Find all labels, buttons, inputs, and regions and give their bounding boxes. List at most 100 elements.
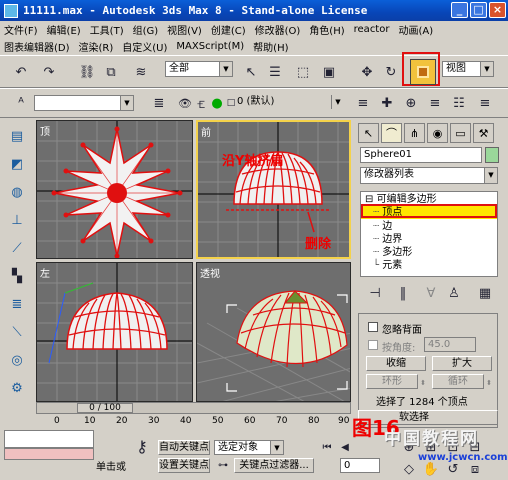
configure-sets-icon[interactable]: ▦ [474, 282, 496, 304]
key-mode-dropdown[interactable]: 选定对象 ▼ [214, 440, 284, 455]
select-object-icon[interactable]: ↖ [240, 61, 262, 83]
utilities-tab-icon[interactable]: ⚒ [473, 123, 494, 143]
ref-coord-dropdown[interactable]: 视图 ▼ [442, 61, 494, 77]
shrink-button[interactable]: 收缩 [366, 356, 426, 371]
window-crossing-icon[interactable]: ▣ [318, 61, 340, 83]
container-icon[interactable]: ▤ [6, 125, 28, 147]
add-to-layer-icon[interactable]: ✚ [376, 92, 398, 114]
tick-60: 60 [244, 416, 256, 426]
selection-filter-dropdown[interactable]: 全部 ▼ [165, 61, 233, 77]
tick-10: 10 [84, 416, 96, 426]
menu-help[interactable]: 帮助(H) [253, 39, 288, 54]
stack-icon[interactable]: ≣ [6, 293, 28, 315]
named-selection-icon[interactable]: ᴬ [10, 92, 32, 114]
layer-manager-icon[interactable]: ≣ [148, 92, 170, 114]
menu-reactor[interactable]: reactor [354, 24, 390, 35]
menu-edit[interactable]: 编辑(E) [47, 22, 81, 37]
hierarchy-tab-icon[interactable]: ⋔ [404, 123, 425, 143]
select-in-layer-icon[interactable]: ⊕ [400, 92, 422, 114]
rotate-icon[interactable]: ↻ [380, 61, 402, 83]
menu-create[interactable]: 创建(C) [211, 22, 246, 37]
gear-icon[interactable]: ⚙ [6, 377, 28, 399]
menu-customize[interactable]: 自定义(U) [122, 39, 167, 54]
viewport-perspective[interactable]: 透视 [196, 262, 351, 402]
grow-button[interactable]: 扩大 [432, 356, 492, 371]
unlink-icon[interactable]: ⧉ [100, 61, 122, 83]
menu-character[interactable]: 角色(H) [309, 22, 344, 37]
time-slider[interactable]: 0 / 100 [36, 402, 351, 414]
menu-views[interactable]: 视图(V) [167, 22, 202, 37]
scale-icon[interactable] [410, 59, 436, 85]
auto-key-button[interactable]: 自动关键点 [158, 440, 210, 455]
ignore-backfacing-checkbox[interactable] [368, 322, 378, 332]
menu-maxscript[interactable]: MAXScript(M) [176, 41, 244, 52]
menu-file[interactable]: 文件(F) [4, 22, 38, 37]
checker-icon[interactable]: ▚ [6, 265, 28, 287]
move-icon[interactable]: ✥ [356, 61, 378, 83]
field-of-view-icon[interactable]: ◇ [398, 458, 420, 480]
angle-value-field[interactable]: 45.0 [424, 337, 476, 352]
named-selection-field[interactable]: ▼ [34, 95, 134, 111]
create-tab-icon[interactable]: ↖ [358, 123, 379, 143]
menu-animation[interactable]: 动画(A) [398, 22, 433, 37]
stack-item-edge[interactable]: ┈ 边 [361, 220, 497, 233]
menu-group[interactable]: 组(G) [133, 22, 159, 37]
target-icon[interactable]: ◎ [6, 349, 28, 371]
chevron-down-icon: ▼ [484, 168, 497, 183]
key-icon[interactable]: ⚷ [130, 434, 154, 458]
rect-selection-icon[interactable]: ⬚ [292, 61, 314, 83]
make-unique-icon[interactable]: ∀ [420, 282, 442, 304]
close-button[interactable]: × [489, 2, 506, 18]
object-color-swatch[interactable] [485, 147, 499, 163]
time-slider-thumb[interactable]: 0 / 100 [77, 403, 133, 413]
menu-graph-editors[interactable]: 图表编辑器(D) [4, 39, 70, 54]
display-tab-icon[interactable]: ▭ [450, 123, 471, 143]
by-angle-checkbox[interactable] [368, 340, 378, 350]
stack-item-element[interactable]: └ 元素 [361, 259, 497, 272]
bone-icon[interactable]: ⟋ [6, 237, 28, 259]
minimize-button[interactable]: _ [451, 2, 468, 18]
menu-tools[interactable]: 工具(T) [90, 22, 124, 37]
bind-spacewarp-icon[interactable]: ≋ [130, 61, 152, 83]
object-name-field[interactable]: Sphere01 [360, 147, 482, 163]
select-link-icon[interactable]: ⛓ [76, 61, 98, 83]
maximize-button[interactable]: □ [470, 2, 487, 18]
stack-item-polygon[interactable]: ┈ 多边形 [361, 246, 497, 259]
ring-spinner-icon[interactable]: ⬍ [418, 372, 428, 394]
motion-tab-icon[interactable]: ◉ [427, 123, 448, 143]
loop-spinner-icon[interactable]: ⬍ [484, 372, 494, 394]
create-layer-icon[interactable]: ≡ [352, 92, 374, 114]
stack-item-border[interactable]: ┈ 边界 [361, 233, 497, 246]
remove-modifier-icon[interactable]: ♙ [443, 282, 465, 304]
menu-rendering[interactable]: 渲染(R) [79, 39, 114, 54]
maxscript-listener-field[interactable] [4, 430, 94, 448]
track-bar[interactable]: 0 10 20 30 40 50 60 70 80 90 [36, 414, 356, 428]
box-icon[interactable]: ◩ [6, 153, 28, 175]
modifier-list-dropdown[interactable]: 修改器列表 ▼ [360, 167, 498, 184]
key-filters-button[interactable]: 关键点过滤器... [234, 458, 314, 473]
show-end-result-icon[interactable]: ‖ [392, 282, 414, 304]
viewport-top[interactable]: 顶 [36, 120, 193, 259]
tube-icon[interactable]: ⟍ [6, 321, 28, 343]
layer-props-icon[interactable]: ☷ [448, 92, 470, 114]
pin-stack-icon[interactable]: ⊣ [364, 282, 386, 304]
viewport-top-label: 顶 [40, 127, 50, 138]
loop-button[interactable]: 循环 [432, 374, 484, 389]
light-icon[interactable]: ⊥ [6, 209, 28, 231]
select-by-name-icon[interactable]: ☰ [264, 61, 286, 83]
current-frame-field[interactable]: 0 [340, 458, 380, 473]
set-key-button[interactable]: 设置关键点 [158, 458, 210, 473]
more-layers-icon[interactable]: ≡ [474, 92, 496, 114]
modify-tab-icon[interactable]: ⌒ [381, 123, 402, 143]
tick-0: 0 [54, 416, 60, 426]
annotation-flatten: 沿Y轴挤扁 [222, 154, 284, 169]
set-current-layer-icon[interactable]: ≡ [424, 92, 446, 114]
menu-modifiers[interactable]: 修改器(O) [255, 22, 301, 37]
current-layer-dropdown[interactable]: 0 (默认) ▼ [234, 95, 344, 111]
sphere-icon[interactable]: ◍ [6, 181, 28, 203]
redo-icon[interactable]: ↷ [38, 61, 60, 83]
viewport-left[interactable]: 左 [36, 262, 193, 402]
key-filter-icon[interactable]: ⊶ [214, 456, 232, 474]
undo-icon[interactable]: ↶ [10, 61, 32, 83]
ring-button[interactable]: 环形 [366, 374, 418, 389]
